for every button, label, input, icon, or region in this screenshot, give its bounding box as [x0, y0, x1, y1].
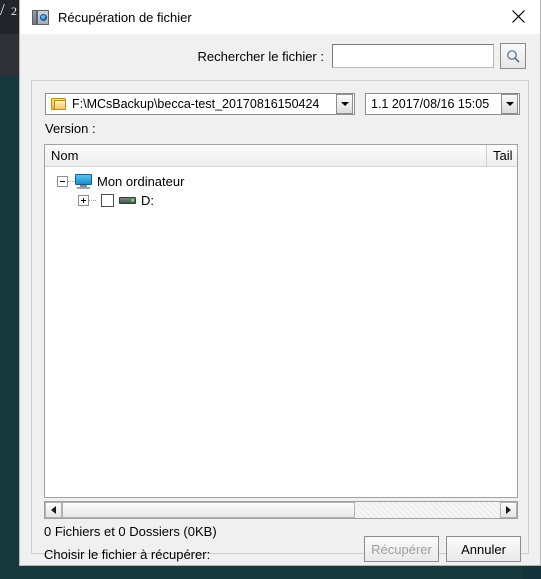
chevron-down-icon-version[interactable]	[501, 94, 518, 114]
arrow-left-icon	[51, 506, 56, 514]
drive-checkbox[interactable]	[101, 194, 114, 207]
column-header-row: Nom Tail	[45, 145, 517, 167]
screenshot-root: / 2 ? Récupération de fichier	[0, 0, 541, 579]
source-selection-row: F:\MCsBackup\becca-test_20170816150424 1…	[45, 93, 520, 115]
tree-connector-line-2	[89, 199, 96, 202]
cancel-button[interactable]: Annuler	[446, 536, 521, 562]
close-icon[interactable]	[496, 0, 540, 33]
tree-node-drive-d[interactable]: D:	[45, 191, 517, 210]
backup-path-combobox[interactable]: F:\MCsBackup\becca-test_20170816150424	[45, 93, 355, 115]
title-bar: Récupération de fichier	[20, 0, 540, 34]
recovery-group-panel: F:\MCsBackup\becca-test_20170816150424 1…	[31, 80, 529, 562]
collapse-minus-icon[interactable]	[57, 176, 68, 187]
file-tree-listbox[interactable]: Nom Tail Mon ordinateur D:	[44, 144, 518, 498]
computer-monitor-icon	[75, 174, 92, 189]
tree-node-computer[interactable]: Mon ordinateur	[45, 172, 517, 191]
file-recovery-dialog: Récupération de fichier Rechercher le fi…	[19, 0, 541, 566]
hard-drive-icon	[119, 196, 136, 205]
folder-icon	[51, 97, 67, 111]
search-icon	[506, 49, 520, 63]
version-combobox[interactable]: 1.1 2017/08/16 15:05	[365, 93, 520, 115]
column-header-nom[interactable]: Nom	[45, 145, 488, 166]
tree-node-computer-label: Mon ordinateur	[97, 174, 185, 189]
tree-node-drive-d-label: D:	[141, 193, 154, 208]
backup-app-icon	[32, 9, 49, 26]
search-button[interactable]	[500, 43, 526, 69]
search-label: Rechercher le fichier :	[197, 48, 324, 64]
column-header-taille[interactable]: Tail	[487, 145, 517, 166]
search-input[interactable]	[332, 44, 494, 68]
scrollbar-thumb[interactable]	[62, 502, 356, 518]
instruction-hint: Choisir le fichier à récupérer:	[44, 547, 211, 562]
scroll-right-button[interactable]	[500, 502, 517, 518]
file-tree: Mon ordinateur D:	[45, 167, 517, 210]
expand-plus-icon[interactable]	[78, 195, 89, 206]
status-counts: 0 Fichiers et 0 Dossiers (0KB)	[44, 524, 217, 539]
backup-path-value: F:\MCsBackup\becca-test_20170816150424	[72, 97, 320, 111]
version-label: Version :	[45, 121, 96, 136]
horizontal-scrollbar[interactable]	[44, 501, 518, 519]
scrollbar-track[interactable]	[62, 502, 500, 518]
recover-button[interactable]: Récupérer	[364, 536, 439, 562]
chevron-down-icon-path[interactable]	[336, 94, 353, 114]
tree-connector-line	[68, 180, 75, 183]
window-title: Récupération de fichier	[58, 9, 192, 25]
scroll-left-button[interactable]	[45, 502, 62, 518]
version-value: 1.1 2017/08/16 15:05	[371, 97, 490, 111]
search-row: Rechercher le fichier :	[20, 34, 540, 78]
arrow-right-icon	[506, 506, 511, 514]
